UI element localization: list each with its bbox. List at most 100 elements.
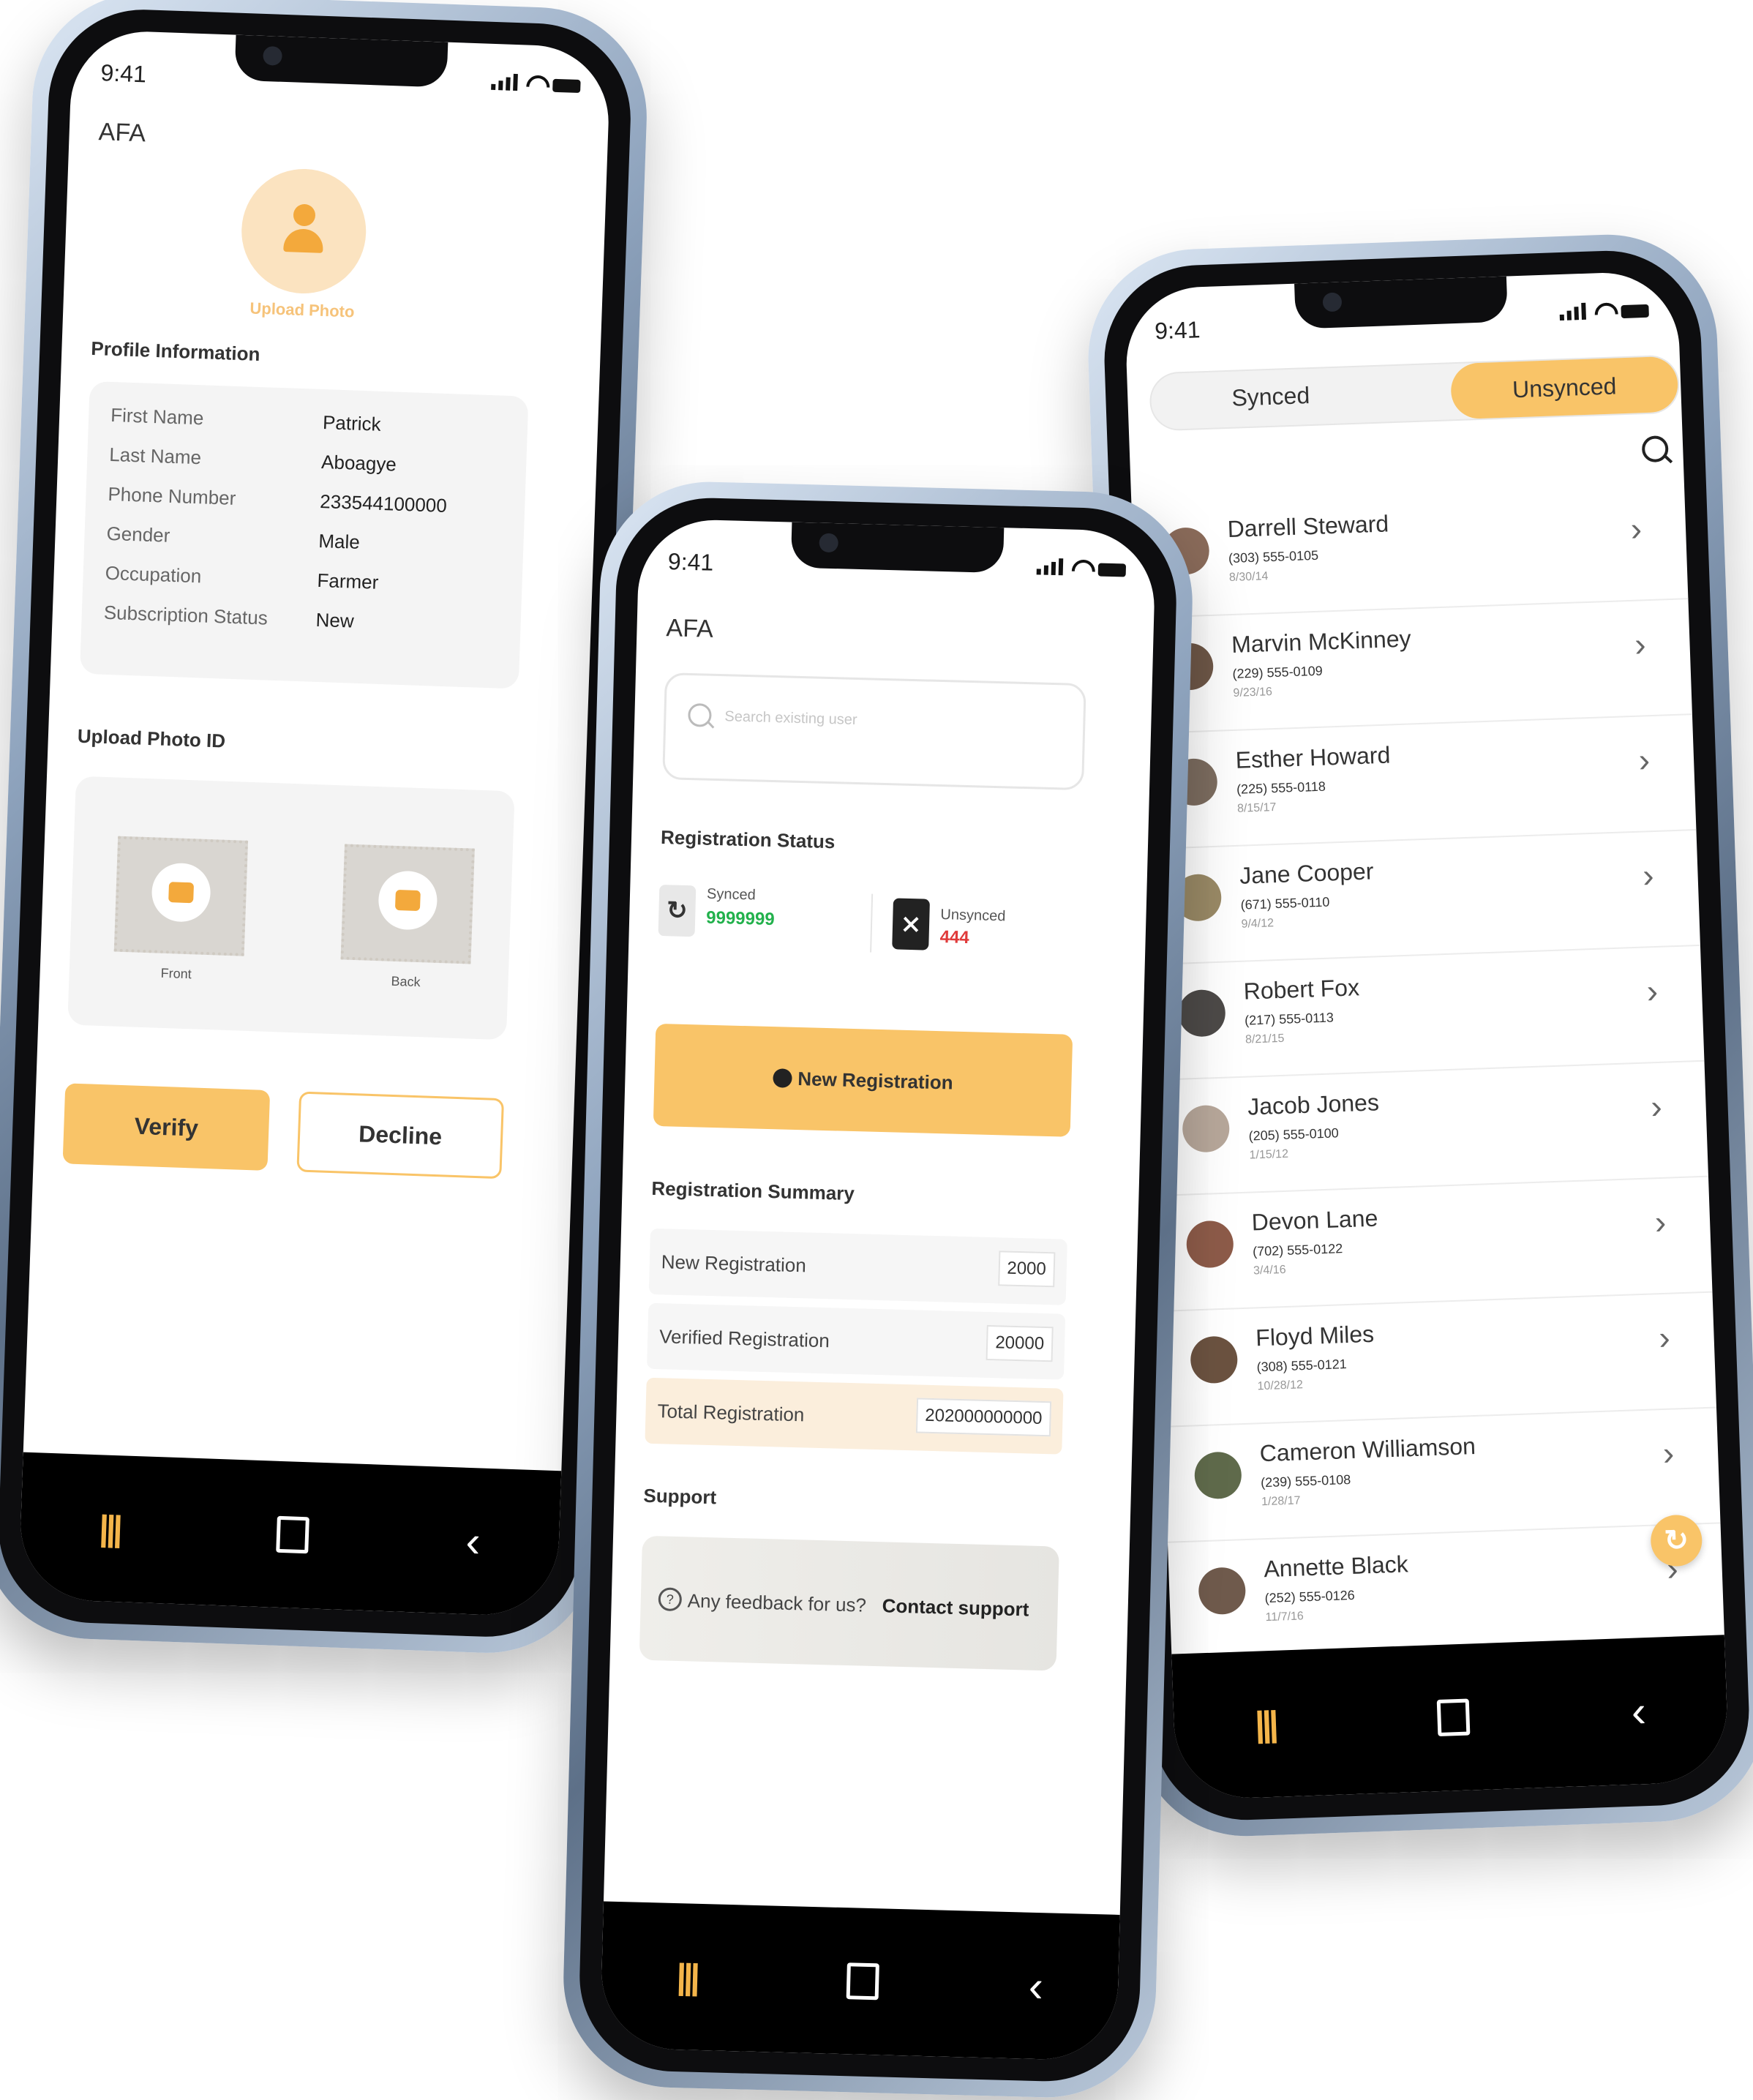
upload-id-title: Upload Photo ID: [77, 724, 226, 752]
profile-info-card: First Name Patrick Last Name Aboagye Pho…: [79, 380, 529, 689]
contact-phone: (702) 555-0122: [1252, 1241, 1343, 1259]
dashboard-screen: 9:41 AFA Search existing user Registrati…: [599, 518, 1157, 2061]
field-label: Subscription Status: [103, 601, 269, 629]
contact-list-item[interactable]: Jane Cooper (671) 555-0110 9/4/12 ›: [1143, 828, 1700, 966]
home-icon[interactable]: [276, 1515, 310, 1554]
camera: [1322, 292, 1343, 312]
phone-bezel: 9:41 AFA Upload Photo Profile Informatio…: [0, 6, 634, 1640]
summary-value: 20000: [986, 1324, 1054, 1362]
contact-phone: (205) 555-0100: [1248, 1125, 1340, 1144]
contact-phone: (225) 555-0118: [1236, 779, 1326, 797]
contact-list-item[interactable]: Jacob Jones (205) 555-0100 1/15/12 ›: [1151, 1060, 1708, 1197]
home-icon[interactable]: [1436, 1698, 1471, 1737]
android-nav-bar: ||| ‹: [18, 1452, 562, 1618]
contact-date: 11/7/16: [1265, 1610, 1305, 1624]
new-registration-button[interactable]: New Registration: [653, 1023, 1073, 1137]
chevron-right-icon: ›: [1634, 625, 1647, 664]
summary-label: Total Registration: [657, 1400, 805, 1426]
support-card[interactable]: ? Any feedback for us? Contact support: [639, 1535, 1059, 1671]
field-value: New: [315, 608, 355, 632]
back-label: Back: [391, 973, 421, 990]
upload-photo-link[interactable]: Upload Photo: [249, 299, 355, 321]
contact-list-item[interactable]: Robert Fox (217) 555-0113 8/21/15 ›: [1147, 944, 1705, 1081]
decline-button[interactable]: Decline: [296, 1091, 505, 1180]
back-icon[interactable]: ‹: [465, 1515, 481, 1567]
verify-button[interactable]: Verify: [62, 1083, 271, 1171]
avatar: [1193, 1451, 1242, 1500]
camera: [263, 45, 283, 66]
user-icon: [293, 203, 316, 227]
search-icon: [688, 702, 712, 727]
contact-list-item[interactable]: Floyd Miles (308) 555-0121 10/28/12 ›: [1159, 1291, 1717, 1428]
chevron-right-icon: ›: [1653, 1202, 1667, 1242]
unsynced-value: 444: [939, 927, 970, 948]
search-icon[interactable]: [1641, 435, 1669, 463]
contact-support-link[interactable]: Contact support: [882, 1594, 1029, 1621]
notch: [1294, 276, 1509, 329]
recent-apps-icon[interactable]: |||: [676, 1957, 698, 1998]
contact-list-item[interactable]: Devon Lane (702) 555-0122 3/4/16 ›: [1155, 1175, 1713, 1312]
contact-name: Jane Cooper: [1239, 858, 1374, 889]
summary-row: Verified Registration 20000: [647, 1302, 1066, 1380]
contact-name: Jacob Jones: [1247, 1089, 1380, 1120]
contacts-screen: 9:41 Synced Unsynced Darrell Steward (303…: [1124, 270, 1730, 1801]
field-value: Farmer: [317, 569, 379, 593]
contact-date: 9/23/16: [1233, 686, 1273, 700]
chevron-right-icon: ›: [1642, 856, 1655, 895]
field-label: Gender: [106, 522, 170, 547]
home-icon[interactable]: [846, 1962, 880, 2000]
tab-synced[interactable]: Synced: [1231, 382, 1310, 412]
field-label: Phone Number: [108, 482, 236, 509]
back-icon[interactable]: ‹: [1631, 1686, 1647, 1737]
divider: [870, 893, 874, 953]
registration-summary-title: Registration Summary: [651, 1177, 855, 1205]
field-label: Occupation: [105, 561, 202, 588]
recent-apps-icon[interactable]: |||: [99, 1508, 121, 1549]
contact-phone: (308) 555-0121: [1256, 1357, 1348, 1375]
contact-phone: (239) 555-0108: [1260, 1471, 1351, 1490]
status-icons: [1036, 558, 1127, 577]
notch: [790, 522, 1005, 574]
field-value: Aboagye: [320, 451, 397, 476]
contact-date: 9/4/12: [1241, 917, 1275, 931]
status-time: 9:41: [667, 548, 714, 576]
contact-phone: (217) 555-0113: [1244, 1010, 1335, 1028]
profile-screen: 9:41 AFA Upload Photo Profile Informatio…: [18, 29, 612, 1618]
back-icon[interactable]: ‹: [1028, 1960, 1044, 2011]
recent-apps-icon[interactable]: |||: [1254, 1703, 1276, 1744]
avatar: [1182, 1104, 1231, 1153]
contact-name: Cameron Williamson: [1259, 1433, 1476, 1467]
phone-dashboard: 9:41 AFA Search existing user Registrati…: [560, 479, 1195, 2100]
contact-list-item[interactable]: Darrell Steward (303) 555-0105 8/30/14 ›: [1131, 482, 1689, 619]
contact-name: Robert Fox: [1243, 974, 1360, 1005]
contact-date: 8/21/15: [1245, 1032, 1285, 1046]
chevron-right-icon: ›: [1658, 1318, 1671, 1357]
field-value: Male: [318, 529, 361, 553]
search-input[interactable]: Search existing user: [662, 672, 1086, 791]
phone-profile: 9:41 AFA Upload Photo Profile Informatio…: [0, 0, 651, 1657]
phone-contacts: 9:41 Synced Unsynced Darrell Steward (303…: [1084, 230, 1753, 1840]
contact-name: Esther Howard: [1235, 741, 1391, 773]
chevron-right-icon: ›: [1662, 1433, 1675, 1473]
tab-unsynced[interactable]: Unsynced: [1449, 356, 1679, 420]
chevron-right-icon: ›: [1629, 509, 1643, 548]
back-id-upload[interactable]: [340, 844, 475, 964]
help-icon: ?: [658, 1587, 683, 1612]
avatar: [1177, 989, 1226, 1038]
contact-list-item[interactable]: Esther Howard (225) 555-0118 8/15/17 ›: [1139, 713, 1697, 850]
unsynced-label: Unsynced: [940, 907, 1006, 925]
profile-info-title: Profile Information: [90, 337, 260, 365]
status-icons: [1559, 301, 1649, 321]
summary-row: New Registration 2000: [648, 1228, 1067, 1305]
front-id-upload[interactable]: [113, 836, 249, 956]
front-label: Front: [160, 965, 192, 982]
summary-label: New Registration: [661, 1250, 807, 1277]
phone-bezel: 9:41 Synced Unsynced Darrell Steward (303…: [1101, 247, 1752, 1823]
search-placeholder: Search existing user: [724, 708, 857, 728]
battery-icon: [1621, 304, 1649, 319]
contact-list-item[interactable]: Marvin McKinney (229) 555-0109 9/23/16 ›: [1135, 598, 1692, 735]
contact-list: Darrell Steward (303) 555-0105 8/30/14 › Mar…: [1131, 482, 1725, 1659]
contact-list-item[interactable]: Cameron Williamson (239) 555-0108 1/28/17 ›: [1163, 1406, 1721, 1543]
upload-photo-avatar[interactable]: [239, 167, 369, 296]
registration-status-title: Registration Status: [660, 826, 836, 853]
